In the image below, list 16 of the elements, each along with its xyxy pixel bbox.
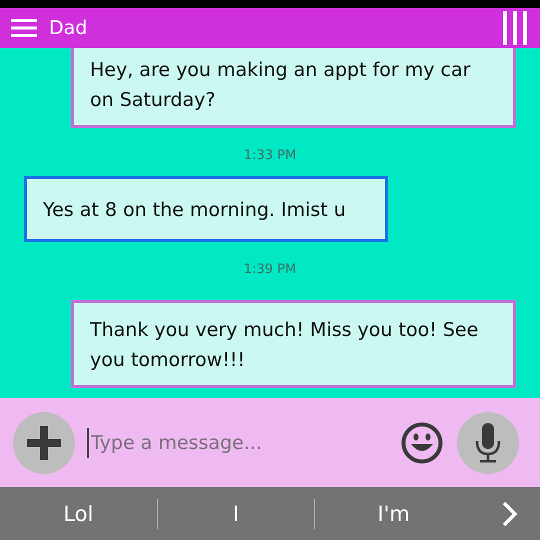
microphone-icon xyxy=(474,422,502,462)
vertical-bars-icon[interactable] xyxy=(503,11,527,45)
timestamp: 1:39 PM xyxy=(242,262,298,277)
menu-icon[interactable] xyxy=(11,18,37,38)
timestamp: 1:33 PM xyxy=(242,148,298,163)
word-suggestion[interactable]: I'm xyxy=(377,502,410,526)
smiley-icon[interactable] xyxy=(401,422,443,464)
chevron-right-icon[interactable] xyxy=(502,500,518,526)
contact-name: Dad xyxy=(49,17,88,39)
message-bubble: Yes at 8 on the morning. Imist u xyxy=(24,176,388,242)
message-bubble: Thank you very much! Miss you too! See you tomorrow!!! xyxy=(71,300,516,388)
plus-icon xyxy=(27,426,61,460)
message-bubble: Hey, are you making an appt for my car on Saturday? xyxy=(71,48,516,128)
word-suggestion[interactable]: Lol xyxy=(63,502,94,526)
word-suggestion[interactable]: I xyxy=(232,502,240,526)
message-input[interactable]: Type a message... xyxy=(87,428,389,458)
